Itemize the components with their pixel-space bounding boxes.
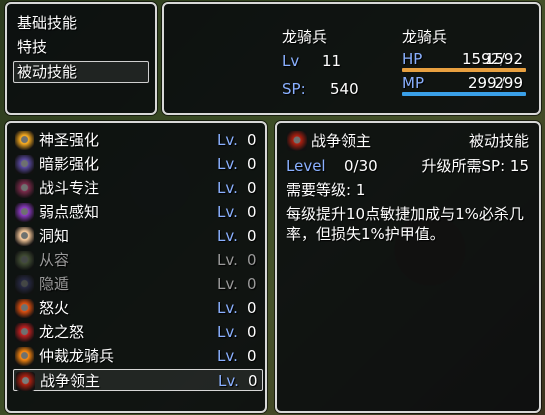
hp-max: 1592	[484, 50, 523, 68]
fury-icon	[15, 299, 34, 318]
crossed-swords-icon	[15, 179, 34, 198]
skill-name: 隐遁	[39, 275, 70, 293]
sp-value: 540	[330, 80, 359, 98]
lv-label: Lv	[282, 52, 300, 70]
detail-skill-name: 战争领主	[311, 132, 372, 150]
holy-icon	[15, 131, 34, 150]
calm-icon	[15, 251, 34, 270]
skill-name: 暗影强化	[39, 155, 100, 173]
weakness-icon	[15, 203, 34, 222]
command-menu: 基础技能 特技 被动技能	[5, 2, 157, 115]
skill-row[interactable]: 战斗专注 Lv. 0	[13, 177, 263, 199]
skill-row[interactable]: 神圣强化 Lv. 0	[13, 129, 263, 151]
skill-name: 弱点感知	[39, 203, 100, 221]
skill-row[interactable]: 战争领主 Lv. 0	[13, 369, 263, 391]
warlord-icon	[287, 131, 307, 151]
hp-bar	[402, 68, 526, 72]
skill-name: 龙之怒	[39, 323, 85, 341]
skill-level-value: 0	[247, 131, 257, 149]
mp-max: 299	[494, 74, 523, 92]
skill-level-value: 0	[247, 155, 257, 173]
mp-label: MP	[402, 74, 424, 92]
skill-level-value: 0	[247, 203, 257, 221]
skill-name: 战斗专注	[39, 179, 100, 197]
mp-bar	[402, 92, 526, 96]
insight-icon	[15, 227, 34, 246]
skill-level-value: 0	[247, 227, 257, 245]
warlord-icon	[16, 372, 35, 391]
detail-level-label: Level	[286, 157, 326, 175]
lv-value: 11	[322, 52, 342, 70]
skill-lv-label: Lv.	[217, 131, 238, 149]
skill-name: 洞知	[39, 227, 70, 245]
skill-name: 从容	[39, 251, 70, 269]
skill-lv-label: Lv.	[217, 203, 238, 221]
detail-required-level: 需要等级: 1	[286, 181, 366, 199]
skill-row[interactable]: 暗影强化 Lv. 0	[13, 153, 263, 175]
skill-level-value: 0	[247, 275, 257, 293]
skill-name: 神圣强化	[39, 131, 100, 149]
skill-name: 战争领主	[40, 372, 101, 390]
skill-list: 神圣强化 Lv. 0 暗影强化 Lv. 0 战斗专注 Lv. 0 弱点感知 Lv. 0 洞知 Lv. 0 从容…	[5, 121, 267, 413]
sp-label: SP:	[282, 80, 306, 98]
skill-row[interactable]: 从容 Lv. 0	[13, 249, 263, 271]
command-basic-skills[interactable]: 基础技能	[17, 14, 77, 32]
skill-row[interactable]: 怒火 Lv. 0	[13, 297, 263, 319]
skill-lv-label: Lv.	[217, 347, 238, 365]
status-panel: 龙骑兵 龙骑兵 Lv 11 SP: 540 HP 1592 / 1592 MP …	[162, 2, 541, 115]
detail-level-value: 0/30	[344, 157, 378, 175]
skill-row[interactable]: 隐遁 Lv. 0	[13, 273, 263, 295]
detail-skill-type: 被动技能	[468, 132, 529, 150]
skill-level-value: 0	[247, 347, 257, 365]
mp-bar-fill	[402, 92, 526, 96]
shadow-icon	[15, 155, 34, 174]
dragon-rage-icon	[15, 323, 34, 342]
skill-detail-panel: 战争领主 被动技能 Level 0/30 升级所需SP: 15 需要等级: 1 …	[275, 121, 541, 413]
skill-level-value: 0	[247, 179, 257, 197]
skill-lv-label: Lv.	[217, 251, 238, 269]
class-name: 龙骑兵	[282, 28, 328, 46]
detail-description-line2: 率，但损失1%护甲值。	[286, 225, 445, 243]
skill-lv-label: Lv.	[217, 323, 238, 341]
skill-level-value: 0	[247, 251, 257, 269]
command-special-skills[interactable]: 特技	[17, 38, 47, 56]
character-name: 龙骑兵	[402, 28, 448, 46]
skill-lv-label: Lv.	[217, 179, 238, 197]
skill-name: 仲裁龙骑兵	[39, 347, 115, 365]
command-passive-skills[interactable]: 被动技能	[17, 63, 77, 81]
hp-bar-fill	[402, 68, 526, 72]
skill-lv-label: Lv.	[218, 372, 239, 390]
skill-lv-label: Lv.	[217, 299, 238, 317]
detail-description-line1: 每级提升10点敏捷加成与1%必杀几	[286, 205, 524, 223]
skill-level-value: 0	[247, 299, 257, 317]
skill-row[interactable]: 龙之怒 Lv. 0	[13, 321, 263, 343]
skill-row[interactable]: 洞知 Lv. 0	[13, 225, 263, 247]
stealth-icon	[15, 275, 34, 294]
detail-sp-required: 升级所需SP: 15	[421, 157, 529, 175]
skill-level-value: 0	[247, 323, 257, 341]
skill-row[interactable]: 弱点感知 Lv. 0	[13, 201, 263, 223]
skill-row[interactable]: 仲裁龙骑兵 Lv. 0	[13, 345, 263, 367]
arbiter-icon	[15, 347, 34, 366]
hp-label: HP	[402, 50, 423, 68]
skill-lv-label: Lv.	[217, 155, 238, 173]
skill-level-value: 0	[248, 372, 258, 390]
skill-lv-label: Lv.	[217, 227, 238, 245]
skill-lv-label: Lv.	[217, 275, 238, 293]
skill-name: 怒火	[39, 299, 70, 317]
